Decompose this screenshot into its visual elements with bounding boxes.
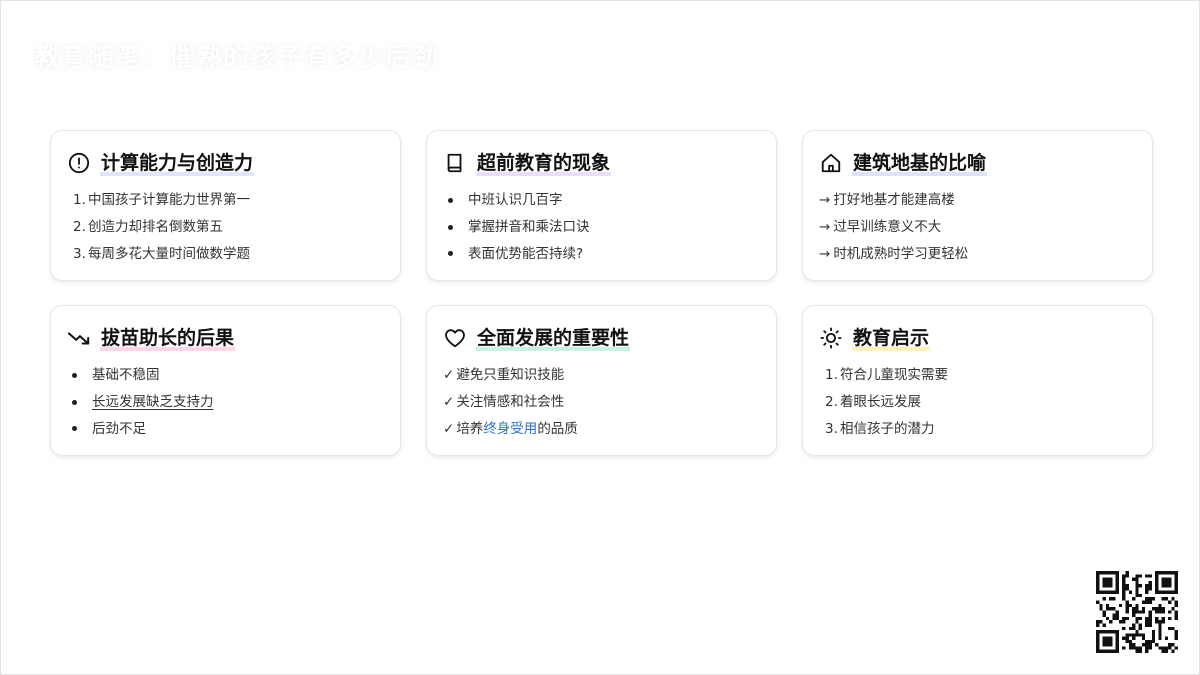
bullet-list: 中班认识几百字 掌握拼音和乘法口诀 表面优势能否持续? bbox=[443, 187, 760, 267]
list-item: 1. 中国孩子计算能力世界第一 bbox=[67, 187, 384, 214]
list-number: 2. bbox=[73, 218, 86, 235]
list-item-text: 基础不稳固 bbox=[92, 367, 160, 383]
card-foundation-metaphor: 建筑地基的比喻 → 打好地基才能建高楼 → 过早训练意义不大 → 时机成熟时学习更轻松 bbox=[802, 130, 1153, 281]
list-item-text: 表面优势能否持续? bbox=[468, 245, 584, 262]
list-item-text-suffix: 的品质 bbox=[537, 420, 578, 437]
list-item: 基础不稳固 bbox=[67, 362, 384, 389]
page-title: 教育随笔：催熟的孩子有多少后劲 bbox=[34, 43, 440, 73]
card-title: 计算能力与创造力 bbox=[100, 150, 255, 176]
bullet-dot bbox=[72, 399, 77, 405]
card-header: 计算能力与创造力 bbox=[67, 149, 384, 177]
bullet-dot bbox=[72, 426, 77, 432]
card-consequences: 拔苗助长的后果 基础不稳固 长远发展缺乏支持力 后劲不足 bbox=[50, 305, 401, 456]
bullet-dot bbox=[72, 372, 77, 378]
card-header: 全面发展的重要性 bbox=[443, 324, 760, 352]
numbered-list: 1. 符合儿童现实需要 2. 着眼长远发展 3. 相信孩子的潜力 bbox=[819, 362, 1136, 442]
list-item: ✓ 培养 终身受用 的品质 bbox=[443, 416, 760, 443]
book-icon bbox=[443, 151, 467, 175]
list-number: 1. bbox=[73, 192, 86, 208]
list-item: 3. 每周多花大量时间做数学题 bbox=[67, 241, 384, 268]
list-item: 后劲不足 bbox=[67, 416, 384, 443]
card-header: 拔苗助长的后果 bbox=[67, 324, 384, 352]
list-item: 2. 创造力却排名倒数第五 bbox=[67, 214, 384, 241]
card-holistic-development: 全面发展的重要性 ✓ 避免只重知识技能 ✓ 关注情感和社会性 ✓ 培养 终身受用 的品质 bbox=[426, 305, 777, 456]
list-item: ✓ 避免只重知识技能 bbox=[443, 362, 760, 389]
highlighted-term: 终身受用 bbox=[483, 420, 538, 437]
card-header: 建筑地基的比喻 bbox=[819, 149, 1136, 177]
list-item: 掌握拼音和乘法口诀 bbox=[443, 214, 760, 241]
list-item-text: 避免只重知识技能 bbox=[456, 367, 565, 383]
card-title: 拔苗助长的后果 bbox=[100, 325, 236, 351]
card-title: 全面发展的重要性 bbox=[476, 325, 631, 351]
list-item-text: 后劲不足 bbox=[92, 420, 146, 437]
card-educational-insights: 教育启示 1. 符合儿童现实需要 2. 着眼长远发展 3. 相信孩子的潜力 bbox=[802, 305, 1153, 456]
heart-icon bbox=[443, 326, 467, 350]
list-item-text: 创造力却排名倒数第五 bbox=[88, 218, 223, 235]
list-item-text: 相信孩子的潜力 bbox=[840, 420, 935, 437]
bullet-dot bbox=[448, 197, 453, 203]
list-item: 3. 相信孩子的潜力 bbox=[819, 416, 1136, 443]
list-item-text: 关注情感和社会性 bbox=[456, 393, 565, 410]
list-item-text: 符合儿童现实需要 bbox=[840, 367, 948, 383]
slide-page: 教育随笔：催熟的孩子有多少后劲 计算能力与创造力 1. 中国孩子计算能力世界第一 … bbox=[0, 0, 1200, 675]
home-icon bbox=[819, 151, 843, 175]
card-header: 教育启示 bbox=[819, 324, 1136, 352]
sun-icon bbox=[819, 326, 843, 350]
check-icon: ✓ bbox=[443, 367, 455, 383]
numbered-list: 1. 中国孩子计算能力世界第一 2. 创造力却排名倒数第五 3. 每周多花大量时间做数… bbox=[67, 187, 384, 267]
trending-down-icon bbox=[67, 326, 91, 350]
arrow-right-icon: → bbox=[819, 245, 831, 262]
card-title: 建筑地基的比喻 bbox=[852, 150, 988, 176]
check-list: ✓ 避免只重知识技能 ✓ 关注情感和社会性 ✓ 培养 终身受用 的品质 bbox=[443, 362, 760, 442]
list-number: 3. bbox=[73, 245, 86, 262]
card-title: 超前教育的现象 bbox=[476, 150, 612, 176]
bullet-list: 基础不稳固 长远发展缺乏支持力 后劲不足 bbox=[67, 362, 384, 442]
list-item: 1. 符合儿童现实需要 bbox=[819, 362, 1136, 389]
alert-circle-icon bbox=[67, 151, 91, 175]
qr-code-icon[interactable] bbox=[1096, 571, 1178, 653]
list-item-text: 打好地基才能建高楼 bbox=[833, 192, 955, 208]
list-item-text: 着眼长远发展 bbox=[840, 393, 921, 410]
bullet-dot bbox=[448, 224, 453, 230]
list-item-text: 中国孩子计算能力世界第一 bbox=[88, 192, 250, 208]
arrow-right-icon: → bbox=[819, 218, 831, 235]
list-item-text: 过早训练意义不大 bbox=[833, 218, 942, 235]
list-item: ✓ 关注情感和社会性 bbox=[443, 389, 760, 416]
card-advanced-education: 超前教育的现象 中班认识几百字 掌握拼音和乘法口诀 表面优势能否持续? bbox=[426, 130, 777, 281]
list-item: → 打好地基才能建高楼 bbox=[819, 187, 1136, 214]
card-header: 超前教育的现象 bbox=[443, 149, 760, 177]
list-item-text-prefix: 培养 bbox=[456, 420, 484, 437]
list-item: → 过早训练意义不大 bbox=[819, 214, 1136, 241]
list-item-text: 每周多花大量时间做数学题 bbox=[88, 245, 250, 262]
list-number: 1. bbox=[825, 367, 838, 383]
list-item: 中班认识几百字 bbox=[443, 187, 760, 214]
arrow-list: → 打好地基才能建高楼 → 过早训练意义不大 → 时机成熟时学习更轻松 bbox=[819, 187, 1136, 267]
list-item: → 时机成熟时学习更轻松 bbox=[819, 241, 1136, 268]
check-icon: ✓ bbox=[443, 393, 455, 410]
list-item: 长远发展缺乏支持力 bbox=[67, 389, 384, 416]
list-number: 3. bbox=[825, 420, 838, 437]
list-item-text: 时机成熟时学习更轻松 bbox=[833, 245, 969, 262]
list-item-text: 长远发展缺乏支持力 bbox=[92, 393, 214, 410]
list-item: 2. 着眼长远发展 bbox=[819, 389, 1136, 416]
card-title: 教育启示 bbox=[852, 325, 931, 351]
card-grid: 计算能力与创造力 1. 中国孩子计算能力世界第一 2. 创造力却排名倒数第五 3. 每… bbox=[50, 130, 1153, 456]
check-icon: ✓ bbox=[443, 420, 455, 437]
list-item: 表面优势能否持续? bbox=[443, 241, 760, 268]
list-item-text: 掌握拼音和乘法口诀 bbox=[468, 218, 590, 235]
list-item-text: 中班认识几百字 bbox=[468, 192, 563, 208]
arrow-right-icon: → bbox=[819, 192, 831, 208]
list-number: 2. bbox=[825, 393, 838, 410]
card-calculation-creativity: 计算能力与创造力 1. 中国孩子计算能力世界第一 2. 创造力却排名倒数第五 3. 每… bbox=[50, 130, 401, 281]
bullet-dot bbox=[448, 251, 453, 257]
